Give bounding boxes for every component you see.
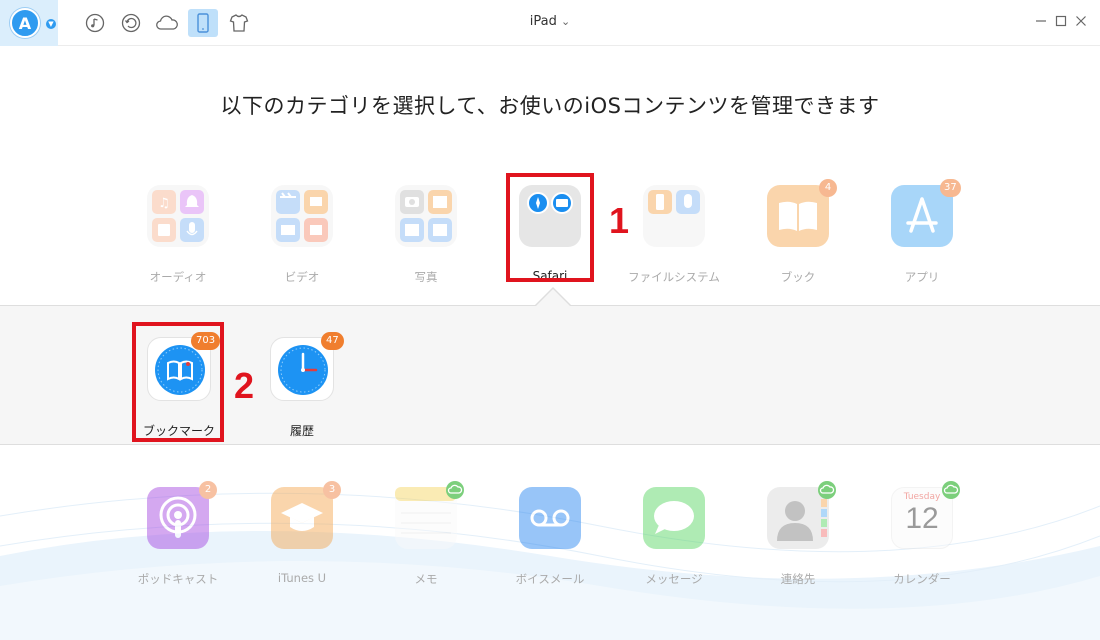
- count-badge: 4: [819, 179, 837, 197]
- svg-text:♫: ♫: [158, 196, 170, 211]
- category-label: ファイルシステム: [628, 270, 720, 284]
- category-video[interactable]: ビデオ: [252, 185, 352, 295]
- top-toolbar: A ▼ iPad ⌄: [0, 0, 1100, 46]
- calendar-day: 12: [905, 502, 939, 535]
- logo-dropdown-icon[interactable]: ▼: [46, 19, 56, 29]
- category-app[interactable]: 37 アプリ: [872, 179, 972, 295]
- category-label: iTunes U: [277, 571, 327, 585]
- page-title: 以下のカテゴリを選択して、お使いのiOSコンテンツを管理できます: [220, 94, 880, 118]
- video-category-icon: [271, 185, 333, 247]
- category-label: 写真: [414, 270, 438, 284]
- category-label: ビデオ: [284, 270, 320, 284]
- cloud-icon[interactable]: [154, 10, 180, 36]
- category-filesystem[interactable]: ファイルシステム: [624, 185, 724, 295]
- category-label: オーディオ: [149, 270, 207, 284]
- category-voicemail[interactable]: ボイスメール: [500, 487, 600, 597]
- music-icon[interactable]: [82, 10, 108, 36]
- category-book[interactable]: 4 ブック: [748, 179, 848, 295]
- annotation-highlight-2: [132, 322, 224, 442]
- tshirt-icon[interactable]: [226, 10, 252, 36]
- category-calendar[interactable]: Tuesday 12 カレンダー: [872, 481, 972, 597]
- category-label: メモ: [414, 572, 438, 586]
- category-itunes-u[interactable]: 3 iTunes U: [252, 481, 352, 597]
- category-notes[interactable]: メモ: [376, 481, 476, 597]
- category-label: ボイスメール: [515, 572, 585, 586]
- filesystem-category-icon: [643, 185, 705, 247]
- count-badge: 37: [940, 179, 961, 197]
- category-audio[interactable]: ♫ オーディオ: [128, 185, 228, 295]
- cloud-badge-icon: [942, 481, 960, 499]
- category-label: ポッドキャスト: [137, 572, 219, 586]
- anytrans-logo-icon[interactable]: A: [10, 8, 40, 38]
- device-name: iPad: [529, 14, 557, 29]
- book-category-icon: [767, 185, 829, 247]
- subitem-label: 履歴: [289, 424, 314, 438]
- photo-category-icon: [395, 185, 457, 247]
- category-label: 連絡先: [780, 572, 816, 586]
- panel-pointer-fill: [536, 289, 570, 306]
- close-icon[interactable]: [1073, 13, 1089, 29]
- category-photo[interactable]: 写真: [376, 185, 476, 295]
- minimize-icon[interactable]: [1033, 13, 1049, 29]
- cloud-badge-icon: [446, 481, 464, 499]
- annotation-highlight-1: [506, 173, 594, 282]
- itunes-u-icon: [271, 487, 333, 549]
- subitem-history[interactable]: 47 履歴: [252, 332, 352, 447]
- podcast-icon: [147, 487, 209, 549]
- category-label: ブック: [780, 270, 816, 284]
- count-badge: 3: [323, 481, 341, 499]
- category-label: アプリ: [904, 270, 940, 284]
- count-badge: 2: [199, 481, 217, 499]
- category-label: メッセージ: [645, 572, 703, 586]
- cloud-badge-icon: [818, 481, 836, 499]
- category-podcast[interactable]: 2 ポッドキャスト: [128, 481, 228, 597]
- category-label: カレンダー: [893, 572, 951, 586]
- voicemail-icon: [519, 487, 581, 549]
- annotation-number-2: 2: [234, 365, 255, 406]
- history-count-badge: 47: [321, 332, 344, 350]
- messages-icon: [643, 487, 705, 549]
- device-caret-icon: ⌄: [561, 15, 571, 28]
- device-selector[interactable]: iPad ⌄: [500, 14, 600, 29]
- app-logo-area[interactable]: A ▼: [0, 0, 58, 46]
- category-messages[interactable]: メッセージ: [624, 487, 724, 597]
- maximize-icon[interactable]: [1053, 13, 1069, 29]
- device-icon[interactable]: [188, 9, 218, 37]
- category-contacts[interactable]: 連絡先: [748, 481, 848, 597]
- restore-icon[interactable]: [118, 10, 144, 36]
- audio-category-icon: ♫: [147, 185, 209, 247]
- logo-letter: A: [18, 13, 32, 33]
- annotation-number-1: 1: [609, 200, 630, 241]
